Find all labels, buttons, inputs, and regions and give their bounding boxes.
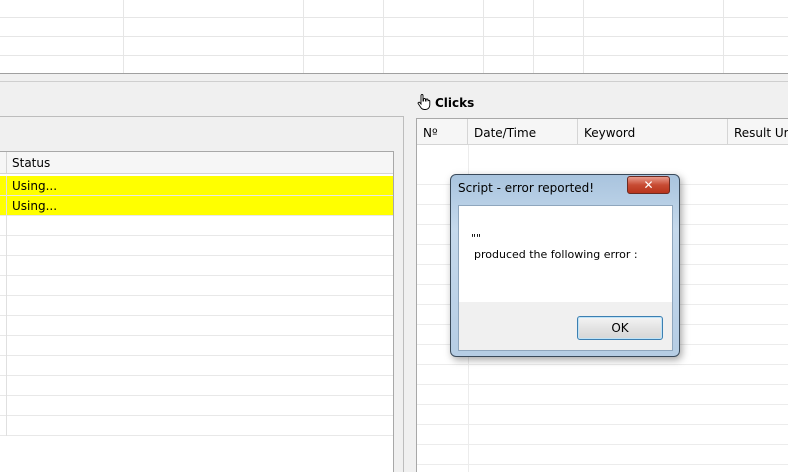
top-grid: [0, 0, 788, 73]
dialog-title: Script - error reported!: [458, 181, 595, 195]
table-row[interactable]: [0, 316, 393, 336]
status-cell: Using...: [12, 179, 58, 193]
grid-line: [0, 36, 788, 37]
column-separator: [6, 396, 7, 416]
error-dialog: Script - error reported! ✕ "" produced t…: [450, 174, 680, 357]
table-row[interactable]: [417, 425, 788, 445]
divider: [0, 73, 788, 74]
table-row[interactable]: [0, 296, 393, 316]
table-row[interactable]: [417, 445, 788, 465]
grid-line: [533, 0, 534, 73]
column-separator: [6, 416, 7, 436]
column-header-keyword[interactable]: Keyword: [578, 119, 728, 145]
table-row[interactable]: Using...: [0, 176, 393, 196]
status-column-header[interactable]: Status: [12, 156, 50, 170]
grid-line: [583, 0, 584, 73]
clicks-table-header: Nº Date/Time Keyword Result Url: [417, 119, 788, 145]
column-separator: [6, 296, 7, 316]
clicks-panel-title: Clicks: [417, 93, 475, 113]
status-table[interactable]: Status Using... Using...: [0, 151, 394, 472]
divider: [0, 81, 788, 82]
grid-line: [723, 0, 724, 73]
table-row[interactable]: [0, 356, 393, 376]
table-row[interactable]: [0, 256, 393, 276]
ok-button-label: OK: [611, 321, 629, 335]
table-row[interactable]: [0, 276, 393, 296]
column-separator: [6, 236, 7, 256]
column-header-datetime[interactable]: Date/Time: [468, 119, 578, 145]
column-separator[interactable]: [6, 152, 7, 174]
column-separator: [6, 256, 7, 276]
table-row[interactable]: [0, 336, 393, 356]
grid-line: [0, 17, 788, 18]
hand-pointer-icon: [417, 93, 431, 113]
column-separator: [6, 176, 7, 196]
table-row[interactable]: [417, 385, 788, 405]
status-table-header[interactable]: Status: [0, 152, 393, 174]
column-separator: [6, 276, 7, 296]
column-separator: [6, 336, 7, 356]
grid-line: [123, 0, 124, 73]
dialog-message-line: "": [471, 232, 482, 245]
table-row[interactable]: [417, 365, 788, 385]
grid-line: [0, 55, 788, 56]
table-row[interactable]: [0, 416, 393, 436]
ok-button[interactable]: OK: [577, 316, 663, 340]
table-row[interactable]: [417, 405, 788, 425]
column-separator: [6, 376, 7, 396]
column-separator: [6, 316, 7, 336]
table-row[interactable]: [0, 216, 393, 236]
grid-line: [303, 0, 304, 73]
dialog-body: "" produced the following error : OK: [458, 205, 673, 351]
column-separator: [6, 196, 7, 216]
table-row[interactable]: [0, 376, 393, 396]
table-row[interactable]: Using...: [0, 196, 393, 216]
column-header-no[interactable]: Nº: [417, 119, 468, 145]
close-icon: ✕: [643, 178, 654, 192]
column-separator: [6, 216, 7, 236]
table-row[interactable]: [0, 236, 393, 256]
status-cell: Using...: [12, 199, 58, 213]
grid-line: [483, 0, 484, 73]
clicks-title-label: Clicks: [435, 96, 475, 110]
grid-line: [383, 0, 384, 73]
column-header-result-url[interactable]: Result Url: [728, 119, 788, 145]
table-row[interactable]: [0, 396, 393, 416]
dialog-message-area: "" produced the following error :: [459, 206, 672, 302]
dialog-message-line: produced the following error :: [474, 248, 638, 261]
close-button[interactable]: ✕: [627, 176, 670, 194]
column-separator: [6, 356, 7, 376]
